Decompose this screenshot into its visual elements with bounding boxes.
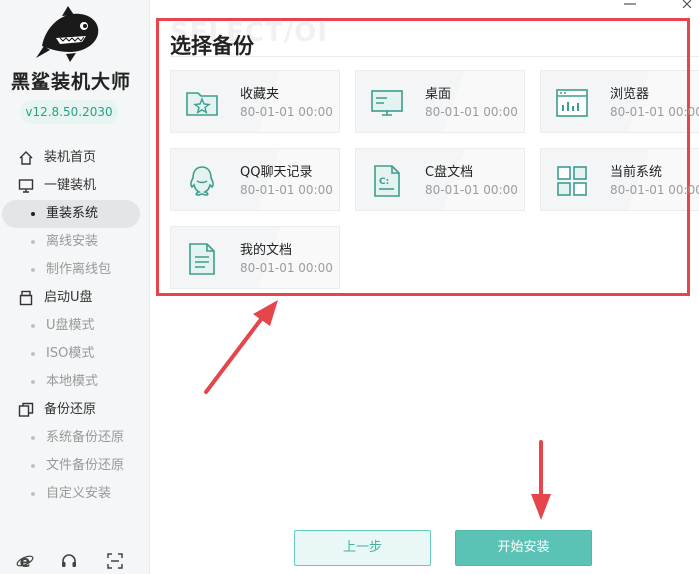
sidebar-item-label: 制作离线包 [46, 262, 112, 277]
sidebar-item-usb-mode[interactable]: U盘模式 [0, 312, 150, 340]
sidebar-item-local-mode[interactable]: 本地模式 [0, 368, 150, 396]
scan-icon[interactable] [106, 552, 124, 570]
sidebar-item-label: ISO模式 [46, 346, 95, 361]
app-title: 黑鲨装机大师 [10, 71, 131, 93]
sidebar-nav: 装机首页 一键装机 重装系统 离线安装 制作离线包 启动U盘 U盘模式 ISO模… [0, 144, 150, 508]
svg-text:e: e [20, 552, 31, 570]
card-name: 我的文档 [240, 243, 293, 258]
sidebar-item-boot-usb[interactable]: 启动U盘 [0, 284, 150, 312]
svg-text:C:: C: [379, 177, 389, 187]
start-install-button[interactable]: 开始安装 [455, 530, 592, 566]
document-icon [189, 243, 215, 275]
sidebar-item-file-backup[interactable]: 文件备份还原 [0, 452, 150, 480]
favorites-folder-icon [186, 92, 218, 116]
browser-icon [556, 89, 588, 117]
card-name: 当前系统 [610, 165, 663, 180]
home-icon [19, 151, 33, 165]
usb-icon [19, 290, 33, 306]
card-date: 80-01-01 00:00 [240, 261, 333, 275]
card-name: C盘文档 [425, 165, 474, 180]
qq-icon [190, 166, 214, 196]
sidebar-item-label: 文件备份还原 [46, 458, 125, 473]
sidebar-item-label: 自定义安装 [46, 486, 112, 501]
sidebar-item-label: 系统备份还原 [46, 430, 125, 445]
sidebar-item-one-click-install[interactable]: 一键装机 [0, 172, 150, 200]
sidebar-item-iso-mode[interactable]: ISO模式 [0, 340, 150, 368]
sidebar-item-system-backup[interactable]: 系统备份还原 [0, 424, 150, 452]
bullet-dot [31, 464, 35, 468]
bullet-dot [31, 492, 35, 496]
card-name: 收藏夹 [240, 87, 280, 102]
bullet-dot [31, 380, 35, 384]
shark-logo-icon [36, 6, 99, 62]
system-grid-icon [557, 166, 587, 196]
previous-step-button[interactable]: 上一步 [294, 530, 431, 566]
bullet-dot [31, 436, 35, 440]
sidebar-item-label: 重装系统 [46, 206, 99, 221]
card-date: 80-01-01 00:00 [240, 183, 333, 197]
card-name: 浏览器 [610, 87, 650, 102]
card-date: 80-01-01 00:00 [425, 183, 518, 197]
monitor-icon [18, 179, 34, 193]
headset-icon[interactable] [60, 552, 78, 570]
backup-icon [18, 402, 34, 417]
bullet-dot [31, 352, 35, 356]
sidebar-item-custom-install[interactable]: 自定义安装 [0, 480, 150, 508]
card-date: 80-01-01 00:00 [610, 183, 699, 197]
ie-browser-icon[interactable]: e [16, 552, 34, 570]
card-date: 80-01-01 00:00 [425, 105, 518, 119]
c-drive-doc-icon: C: [374, 165, 400, 197]
annotation-highlight-box [156, 18, 690, 296]
sidebar-footer: e [0, 548, 150, 574]
card-name: 桌面 [425, 87, 452, 102]
card-date: 80-01-01 00:00 [610, 105, 699, 119]
sidebar-item-label: 本地模式 [46, 374, 99, 389]
desktop-icon [371, 90, 403, 116]
card-date: 80-01-01 00:00 [240, 105, 333, 119]
annotation-arrow-up [204, 300, 278, 394]
sidebar-item-label: 离线安装 [46, 234, 99, 249]
annotation-arrow-down [531, 440, 551, 520]
sidebar-item-home[interactable]: 装机首页 [0, 144, 150, 172]
bullet-dot [31, 268, 35, 272]
close-icon[interactable] [680, 0, 696, 8]
sidebar-item-label: 一键装机 [44, 178, 97, 193]
sidebar-item-backup-restore[interactable]: 备份还原 [0, 396, 150, 424]
bullet-dot [31, 240, 35, 244]
sidebar-item-label: U盘模式 [46, 318, 95, 333]
card-name: QQ聊天记录 [240, 165, 313, 180]
sidebar-item-make-offline-package[interactable]: 制作离线包 [0, 256, 150, 284]
sidebar-item-reinstall-system[interactable]: 重装系统 [2, 200, 140, 228]
sidebar-item-label: 备份还原 [44, 402, 97, 417]
bullet-dot [31, 324, 35, 328]
sidebar-item-label: 装机首页 [44, 150, 97, 165]
minimize-icon[interactable] [620, 0, 640, 8]
sidebar-item-offline-install[interactable]: 离线安装 [0, 228, 150, 256]
sidebar: 黑鲨装机大师 v12.8.50.2030 装机首页 一键装机 重装系统 离线安装… [0, 0, 150, 574]
bullet-dot [31, 212, 35, 216]
sidebar-item-label: 启动U盘 [44, 290, 93, 305]
version-badge: v12.8.50.2030 [20, 100, 118, 124]
